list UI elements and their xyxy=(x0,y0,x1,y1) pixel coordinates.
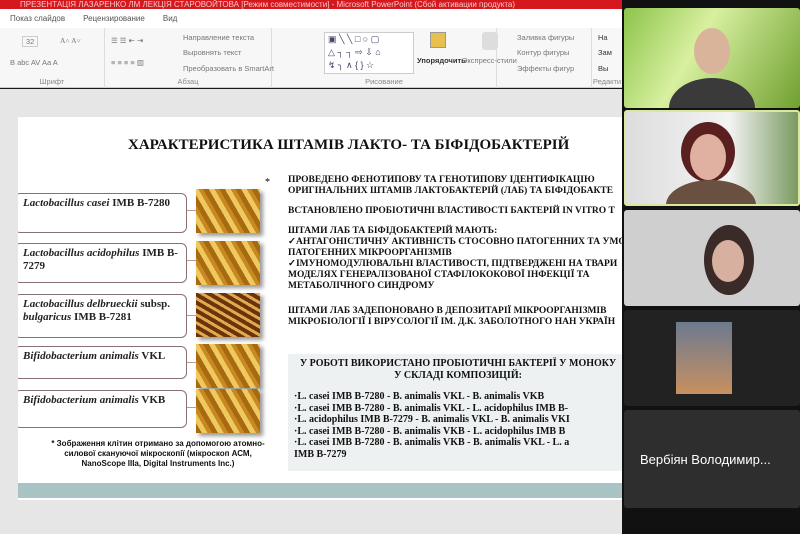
strain-box: Lactobacillus delbrueckii subsp. bulgari… xyxy=(18,294,187,338)
participant-body xyxy=(666,180,756,204)
participant-face xyxy=(712,240,744,282)
slide-text: ПРОВЕДЕНО ФЕНОТИПОВУ ТА ГЕНОТИПОВУ ІДЕНТ… xyxy=(288,175,622,337)
video-panel: Вербіян Володимир... xyxy=(622,0,800,534)
composition-item: ·L. casei IMB B-7280 - B. animalis VKL -… xyxy=(294,402,569,414)
menu-slideshow[interactable]: Показ слайдов xyxy=(10,14,65,23)
paragraph: ✓АНТАГОНІСТИЧНУ АКТИВНІСТЬ СТОСОВНО ПАТО… xyxy=(288,237,622,258)
menu-bar: Показ слайдов Рецензирование Вид xyxy=(0,9,622,28)
slide[interactable]: ХАРАКТЕРИСТИКА ШТАМІВ ЛАКТО- ТА БІФІДОБА… xyxy=(18,117,622,500)
paragraph: ПРОВЕДЕНО ФЕНОТИПОВУ ТА ГЕНОТИПОВУ ІДЕНТ… xyxy=(288,175,614,196)
strain-box: Lactobacillus acidophilus IMB B-7279 xyxy=(18,243,187,283)
grow-font-button[interactable]: A˄ A˅ xyxy=(60,36,81,45)
composition-item: ·L. casei IMB B-7280 - B. animalis VKB -… xyxy=(294,425,566,437)
participant-face xyxy=(694,28,730,74)
quick-styles-icon xyxy=(482,32,498,50)
bacteria-image xyxy=(196,189,260,233)
participant-video[interactable] xyxy=(624,310,800,406)
paragraph-group: ☰ ☰ ⇤ ⇥ ≡ ≡ ≡ ≡ ▥ Направление текста Выр… xyxy=(105,28,274,88)
select-button[interactable]: Вы xyxy=(598,64,608,73)
bacteria-image xyxy=(196,389,260,433)
paragraph-group-label: Абзац xyxy=(177,77,199,86)
footnote-star: * xyxy=(265,177,270,188)
drawing-group-label: Рисование xyxy=(365,77,403,86)
bacteria-image xyxy=(196,293,260,337)
shape-format-group: Заливка фигуры Контур фигуры Эффекты фиг… xyxy=(497,28,592,88)
paragraph: ✓ІМУНОМОДУЛЮВАЛЬНІ ВЛАСТИВОСТІ, ПІДТВЕРД… xyxy=(288,259,618,291)
bacteria-image xyxy=(196,344,260,388)
menu-review[interactable]: Рецензирование xyxy=(83,14,145,23)
font-group-label: Шрифт xyxy=(39,77,65,86)
slide-title: ХАРАКТЕРИСТИКА ШТАМІВ ЛАКТО- ТА БІФІДОБА… xyxy=(128,137,570,153)
shape-fill-button[interactable]: Заливка фигуры xyxy=(517,33,574,42)
list-buttons[interactable]: ☰ ☰ ⇤ ⇥ xyxy=(111,36,143,45)
bacteria-image xyxy=(196,241,260,285)
paragraph: ШТАМИ ЛАБ ТА БІФІДОБАКТЕРІЙ МАЮТЬ: xyxy=(288,226,498,236)
shapes-gallery[interactable]: ▣ ╲ ╲ □ ○ ▢ △ ┐ ┐ ⇨ ⇩ ⌂ ↯ ╮ ∧ { } ☆ xyxy=(324,32,414,74)
participant-face xyxy=(690,134,726,180)
font-group: 32 A˄ A˅ B abc AV Aa A Шрифт xyxy=(0,28,105,88)
smartart-button[interactable]: Преобразовать в SmartArt xyxy=(183,64,274,73)
replace-button[interactable]: Зам xyxy=(598,48,612,57)
align-text-button[interactable]: Выровнять текст xyxy=(183,48,241,57)
text-direction-button[interactable]: Направление текста xyxy=(183,33,254,42)
paragraph: ВСТАНОВЛЕНО ПРОБІОТИЧНІ ВЛАСТИВОСТІ БАКТ… xyxy=(288,206,615,216)
participant-tile[interactable]: Вербіян Володимир... xyxy=(624,410,800,508)
paragraph: ШТАМИ ЛАБ ЗАДЕПОНОВАНО В ДЕПОЗИТАРІЇ МІК… xyxy=(288,306,616,327)
strain-box: Lactobacillus casei IMB B-7280 xyxy=(18,193,187,233)
participant-video[interactable] xyxy=(624,210,800,306)
image-caption: * Зображення клітин отримано за допомого… xyxy=(51,439,265,468)
compositions-heading: У РОБОТІ ВИКОРИСТАНО ПРОБІОТИЧНІ БАКТЕРІ… xyxy=(299,358,617,369)
slide-footer-band xyxy=(18,483,622,498)
editing-group-label: Редакти xyxy=(592,77,622,86)
strain-box: Bifidobacterium animalis VKB xyxy=(18,390,187,428)
strain-box: Bifidobacterium animalis VKL xyxy=(18,346,187,379)
composition-item: ·L. casei IMB B-7280 - B. animalis VKB -… xyxy=(294,437,570,448)
format-buttons[interactable]: B abc AV Aa A xyxy=(10,58,58,67)
participant-thumbnail xyxy=(676,322,732,394)
ribbon: 32 A˄ A˅ B abc AV Aa A Шрифт ☰ ☰ ⇤ ⇥ ≡ ≡… xyxy=(0,28,622,88)
participant-name: Вербіян Володимир... xyxy=(640,451,771,467)
menu-view[interactable]: Вид xyxy=(163,14,177,23)
arrange-icon xyxy=(430,32,446,48)
arrange-button[interactable]: Упорядочить xyxy=(417,56,466,65)
drawing-group: ▣ ╲ ╲ □ ○ ▢ △ ┐ ┐ ⇨ ⇩ ⌂ ↯ ╮ ∧ { } ☆ Упоряд… xyxy=(272,28,517,88)
find-button[interactable]: На xyxy=(598,33,608,42)
participant-video[interactable] xyxy=(624,8,800,108)
window-title: ПРЕЗЕНТАЦІЯ ЛАЗАРЕНКО ЛМ ЛЕКЦІЯ СТАРОВОЙ… xyxy=(0,0,622,9)
participant-video-active[interactable] xyxy=(624,110,800,206)
compositions-subheading: У СКЛАДІ КОМПОЗИЦІЙ: xyxy=(394,369,522,381)
editing-group: На Зам Вы Редакти xyxy=(592,28,622,88)
align-buttons[interactable]: ≡ ≡ ≡ ≡ ▥ xyxy=(111,58,144,67)
shape-effects-button[interactable]: Эффекты фигур xyxy=(517,64,574,73)
shape-outline-button[interactable]: Контур фигуры xyxy=(517,48,569,57)
composition-item: ·L. acidophilus IMB B-7279 - B. animalis… xyxy=(294,414,570,425)
composition-item: IMB B-7279 xyxy=(294,448,347,460)
compositions-box: У РОБОТІ ВИКОРИСТАНО ПРОБІОТИЧНІ БАКТЕРІ… xyxy=(288,354,622,471)
participant-body xyxy=(669,78,755,108)
composition-item: ·L. casei IMB B-7280 - B. animalis VKL -… xyxy=(294,391,545,402)
font-size-select[interactable]: 32 xyxy=(22,36,39,47)
